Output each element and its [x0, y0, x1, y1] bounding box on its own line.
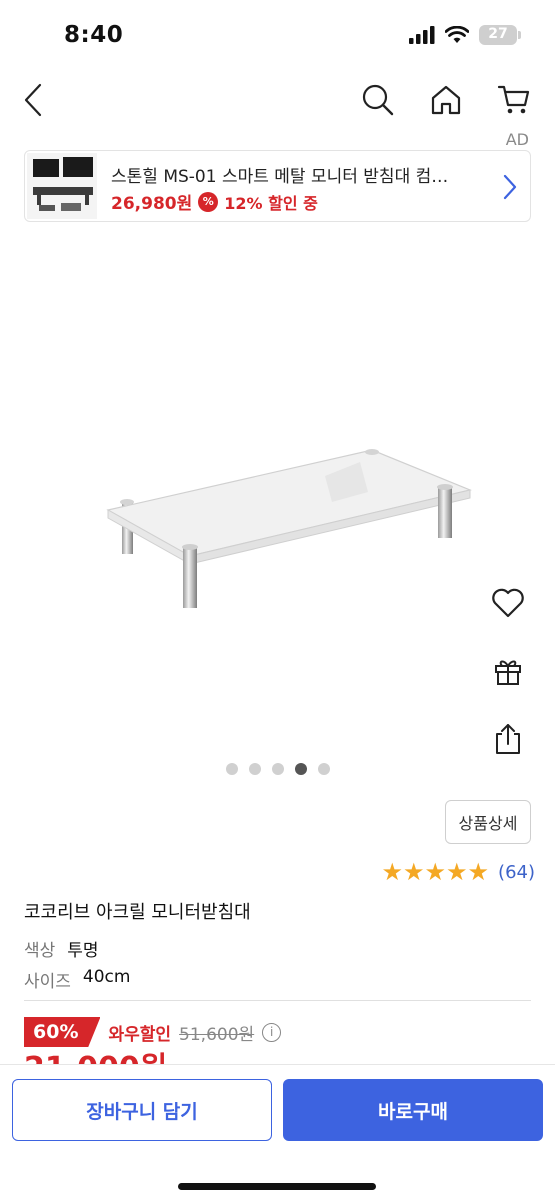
ad-price: 26,980원 [111, 194, 193, 214]
cellular-signal-icon [409, 26, 435, 44]
add-to-cart-button[interactable]: 장바구니 담기 [12, 1079, 272, 1141]
cart-icon [497, 85, 530, 114]
share-icon [496, 724, 520, 754]
option-value: 투명 [67, 941, 99, 961]
battery-level: 27 [488, 26, 508, 42]
wow-discount-label: 와우할인 [108, 1024, 172, 1045]
ad-title: 스톤힐 MS-01 스마트 메탈 모니터 받침대 컴… [111, 167, 449, 187]
option-size: 사이즈 40cm [24, 967, 130, 992]
ad-price-row: 26,980원 % 12% 할인 중 [111, 189, 318, 214]
ad-label: AD [505, 130, 529, 149]
product-detail-button[interactable]: 상품상세 [445, 800, 531, 844]
image-carousel-dots [0, 763, 555, 775]
search-icon [362, 84, 394, 116]
ad-banner[interactable]: 스톤힐 MS-01 스마트 메탈 모니터 받침대 컴… 26,980원 % 12… [24, 150, 531, 222]
status-bar: 8:40 27 [0, 0, 555, 72]
info-icon[interactable]: i [262, 1022, 282, 1042]
carousel-dot[interactable] [271, 763, 284, 775]
carousel-dot[interactable] [317, 763, 330, 775]
discount-badge-icon: % [198, 191, 219, 212]
discount-rate-tag: 60% [24, 1017, 101, 1047]
gift-icon [495, 660, 521, 685]
divider [24, 1000, 531, 1001]
status-icons: 27 [409, 25, 521, 45]
home-button[interactable] [424, 78, 468, 122]
ad-product-thumbnail [27, 153, 97, 219]
search-button[interactable] [356, 78, 400, 122]
option-value: 40cm [82, 967, 131, 987]
star-rating-icon: ★★★★★ [381, 858, 490, 886]
gift-button[interactable] [489, 652, 527, 690]
original-price: 51,600원 [179, 1024, 255, 1045]
chevron-right-icon [503, 174, 517, 200]
option-label: 사이즈 [24, 972, 71, 992]
cart-button[interactable] [492, 78, 536, 122]
review-count: (64) [498, 861, 535, 883]
product-name: 코코리브 아크릴 모니터받침대 [24, 902, 251, 923]
heart-icon [492, 588, 524, 618]
rating-row[interactable]: ★★★★★ (64) [381, 860, 535, 884]
wishlist-button[interactable] [489, 584, 527, 622]
carousel-dot[interactable] [225, 763, 238, 775]
option-label: 색상 [24, 941, 56, 961]
home-icon [431, 85, 461, 115]
battery-icon: 27 [479, 25, 521, 45]
option-color: 색상 투명 [24, 936, 99, 961]
buy-now-button[interactable]: 바로구매 [283, 1079, 543, 1141]
status-time: 8:40 [64, 22, 124, 48]
product-image[interactable] [0, 240, 555, 760]
wifi-icon [445, 26, 469, 43]
price-row: 60% 와우할인 51,600원 i [24, 1017, 282, 1047]
side-actions [489, 584, 527, 758]
carousel-dot[interactable] [248, 763, 261, 775]
home-indicator [178, 1183, 376, 1190]
ad-discount-text: 12% 할인 중 [224, 193, 318, 213]
bottom-action-bar: 장바구니 담기 바로구매 [0, 1064, 555, 1200]
back-button[interactable] [12, 78, 56, 122]
chevron-left-icon [24, 83, 42, 117]
top-nav [0, 72, 555, 128]
carousel-dot[interactable] [294, 763, 307, 775]
share-button[interactable] [489, 720, 527, 758]
